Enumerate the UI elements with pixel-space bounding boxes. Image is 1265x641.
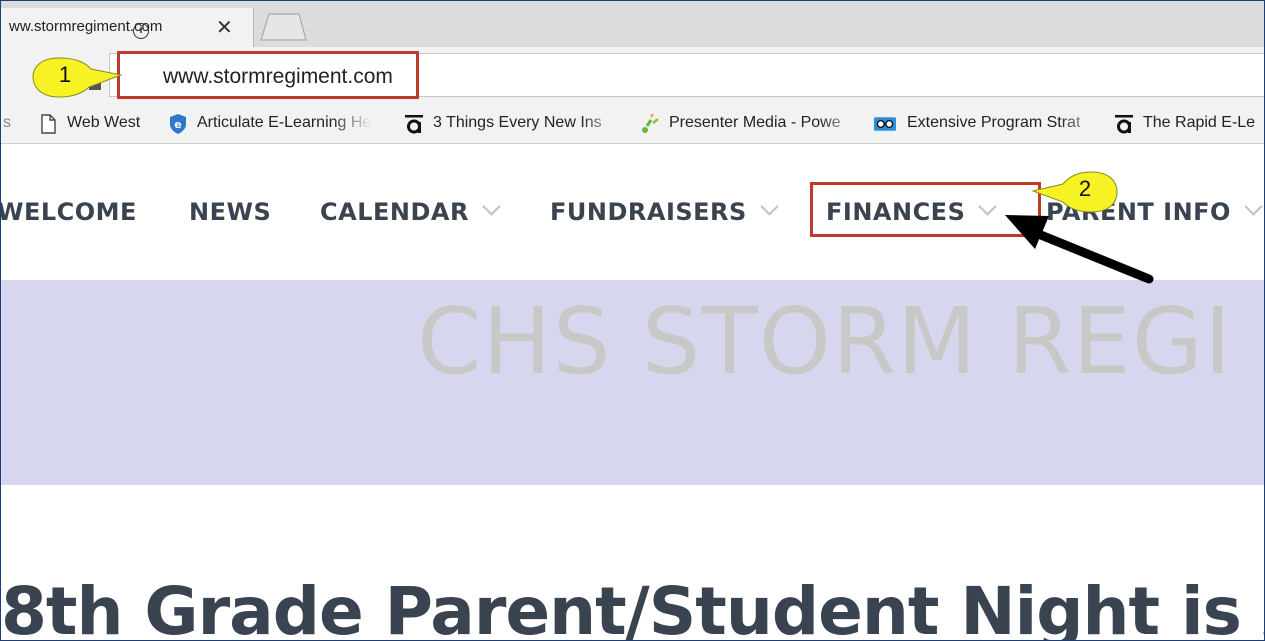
hero-banner: CHS STORM REGI bbox=[1, 280, 1264, 485]
bookmark-fade bbox=[1061, 111, 1101, 135]
chevron-down-icon bbox=[760, 197, 779, 216]
bookmark-fade bbox=[581, 111, 621, 135]
bookmarks-bar: s Web West e Articulate E-Learning He 3 … bbox=[1, 103, 1264, 144]
bookmark-fade bbox=[821, 111, 861, 135]
articulate-a-icon bbox=[405, 115, 423, 134]
page-icon bbox=[41, 114, 56, 134]
nav-news[interactable]: NEWS bbox=[189, 198, 271, 226]
banner-title: CHS STORM REGI bbox=[417, 288, 1233, 395]
nav-fundraisers[interactable]: FUNDRAISERS bbox=[550, 197, 779, 226]
step-1-callout: 1 bbox=[31, 53, 123, 103]
bookmark-fade bbox=[332, 111, 372, 135]
screenshot-frame: ww.stormregiment.com ✕ i www.stormregime… bbox=[0, 0, 1265, 641]
tab-strip: ww.stormregiment.com ✕ bbox=[1, 1, 1264, 47]
address-bar-highlight bbox=[117, 51, 419, 99]
shield-e-icon: e bbox=[170, 114, 186, 134]
chevron-down-icon bbox=[482, 197, 501, 216]
info-icon[interactable]: i bbox=[133, 23, 149, 39]
nav-calendar[interactable]: CALENDAR bbox=[320, 197, 501, 226]
articulate-a-icon bbox=[1115, 115, 1133, 134]
svg-text:e: e bbox=[174, 118, 181, 131]
presenter-media-icon bbox=[642, 113, 659, 133]
new-tab-icon[interactable] bbox=[259, 13, 307, 41]
nav-welcome[interactable]: WELCOME bbox=[1, 198, 137, 226]
browser-tab[interactable]: ww.stormregiment.com ✕ bbox=[1, 8, 254, 47]
chevron-down-icon bbox=[1244, 197, 1263, 216]
post-headline[interactable]: 8th Grade Parent/Student Night is Ap bbox=[1, 573, 1264, 640]
pointer-arrow-icon bbox=[1005, 215, 1154, 284]
step-1-label: 1 bbox=[58, 62, 72, 87]
close-icon[interactable]: ✕ bbox=[216, 15, 233, 40]
glasses-icon bbox=[874, 117, 896, 131]
